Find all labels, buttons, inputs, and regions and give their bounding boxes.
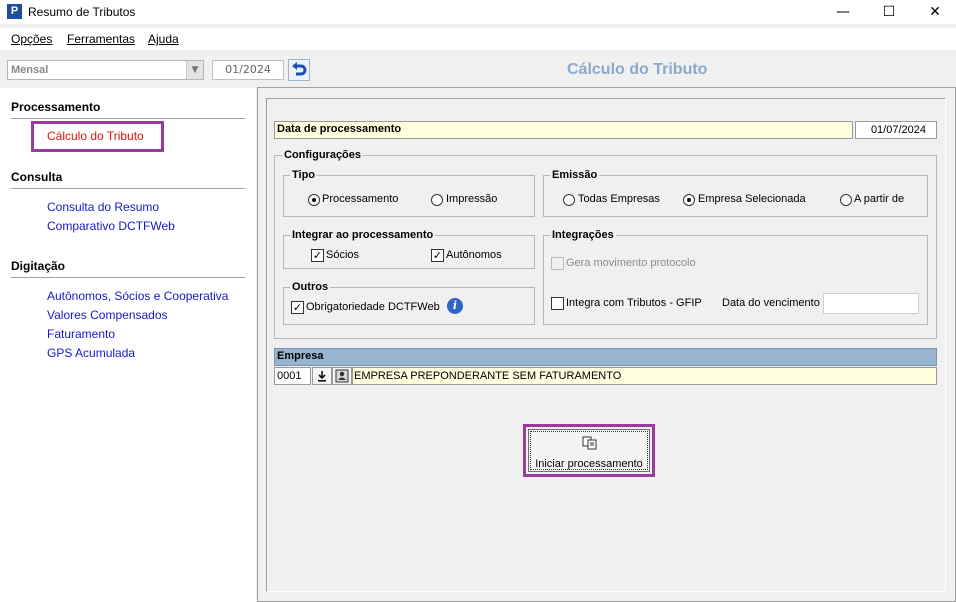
minimize-button[interactable]: —: [820, 0, 866, 24]
radio-empresa-selecionada[interactable]: [683, 194, 695, 206]
processing-date-field[interactable]: 01/07/2024: [855, 121, 937, 139]
tipo-group-title: Tipo: [290, 169, 318, 181]
sidebar-item-gps-acumulada[interactable]: GPS Acumulada: [47, 346, 135, 360]
checkbox-obrigatoriedade-dctfweb[interactable]: ✓: [291, 301, 304, 314]
title-bar: P Resumo de Tributos — ☐ ✕: [0, 0, 956, 24]
checkbox-obrigatoriedade-dctfweb-label[interactable]: Obrigatoriedade DCTFWeb: [306, 301, 440, 313]
radio-todas-empresas[interactable]: [563, 194, 575, 206]
date-label-box: Data de processamento: [274, 121, 853, 139]
vencimento-label: Data do vencimento: [722, 297, 820, 309]
divider: [11, 118, 245, 119]
search-person-icon: [335, 369, 349, 383]
window-title: Resumo de Tributos: [28, 5, 136, 19]
empresa-code-field[interactable]: 0001: [274, 367, 311, 385]
divider: [11, 188, 245, 189]
start-processing-label: Iniciar processamento: [535, 458, 643, 470]
undo-button[interactable]: [288, 59, 310, 81]
page-title: Cálculo do Tributo: [567, 61, 708, 78]
period-select[interactable]: Mensal ▼: [7, 60, 204, 80]
download-button[interactable]: [312, 367, 332, 385]
empresa-header: Empresa: [274, 348, 937, 366]
close-button[interactable]: ✕: [912, 0, 956, 24]
radio-processamento-label[interactable]: Processamento: [322, 193, 398, 205]
checkbox-integra-gfip-label[interactable]: Integra com Tributos - GFIP: [566, 297, 702, 309]
integracoes-group-title: Integrações: [550, 229, 616, 241]
radio-impressao-label[interactable]: Impressão: [446, 193, 497, 205]
radio-empresa-selecionada-label[interactable]: Empresa Selecionada: [698, 193, 806, 205]
outros-group-title: Outros: [290, 281, 331, 293]
integrar-group-title: Integrar ao processamento: [290, 229, 436, 241]
empresa-title: Empresa: [277, 350, 324, 362]
copy-icon: [582, 436, 597, 450]
checkbox-socios-label[interactable]: Sócios: [326, 249, 359, 261]
checkbox-autonomos[interactable]: ✓: [431, 249, 444, 262]
menu-opcoes-label: Opções: [11, 32, 53, 46]
menu-opcoes[interactable]: Opções: [11, 32, 52, 46]
divider: [11, 277, 245, 278]
sidebar-item-valores-compensados[interactable]: Valores Compensados: [47, 308, 168, 322]
app-icon: P: [7, 4, 22, 19]
checkbox-integra-gfip[interactable]: [551, 297, 564, 310]
start-processing-button[interactable]: Iniciar processamento: [528, 429, 650, 472]
vencimento-date-field[interactable]: [823, 293, 919, 314]
emissao-group-title: Emissão: [550, 169, 600, 181]
sidebar-section-digitacao: Digitação: [11, 259, 66, 273]
sidebar-item-autonomos-socios[interactable]: Autônomos, Sócios e Cooperativa: [47, 289, 228, 303]
menu-ferramentas-label: Ferramentas: [67, 32, 136, 46]
checkbox-gera-movimento: [551, 257, 564, 270]
radio-processamento[interactable]: [308, 194, 320, 206]
sidebar-section-processamento: Processamento: [11, 100, 101, 114]
sidebar-section-consulta: Consulta: [11, 170, 63, 184]
sidebar: Processamento Consulta Consulta do Resum…: [0, 88, 256, 602]
radio-todas-empresas-label[interactable]: Todas Empresas: [578, 193, 660, 205]
checkbox-autonomos-label[interactable]: Autônomos: [446, 249, 502, 261]
menu-ajuda[interactable]: Ajuda: [148, 32, 179, 46]
config-group-title: Configurações: [282, 149, 364, 161]
sidebar-item-faturamento[interactable]: Faturamento: [47, 327, 115, 341]
sidebar-item-consulta-resumo[interactable]: Consulta do Resumo: [47, 200, 159, 214]
empresa-name-field[interactable]: EMPRESA PREPONDERANTE SEM FATURAMENTO: [352, 367, 937, 385]
radio-impressao[interactable]: [431, 194, 443, 206]
chevron-down-icon[interactable]: ▼: [186, 61, 203, 79]
month-field[interactable]: 01/2024: [212, 60, 284, 80]
radio-a-partir-de-label[interactable]: A partir de: [854, 193, 904, 205]
info-icon[interactable]: i: [447, 298, 463, 314]
search-company-button[interactable]: [332, 367, 352, 385]
radio-a-partir-de[interactable]: [840, 194, 852, 206]
menu-ferramentas[interactable]: Ferramentas: [67, 32, 135, 46]
undo-icon: [292, 62, 307, 76]
date-label: Data de processamento: [277, 123, 402, 135]
checkbox-gera-movimento-label: Gera movimento protocolo: [566, 257, 696, 269]
menu-bar: Opções Ferramentas Ajuda: [0, 28, 956, 50]
download-icon: [318, 371, 326, 382]
menu-ajuda-label: Ajuda: [148, 32, 179, 46]
maximize-button[interactable]: ☐: [866, 0, 912, 24]
checkbox-socios[interactable]: ✓: [311, 249, 324, 262]
sidebar-item-comparativo-dctfweb[interactable]: Comparativo DCTFWeb: [47, 219, 175, 233]
sidebar-item-calculo-tributo[interactable]: Cálculo do Tributo: [47, 129, 144, 143]
period-select-value: Mensal: [11, 64, 49, 76]
